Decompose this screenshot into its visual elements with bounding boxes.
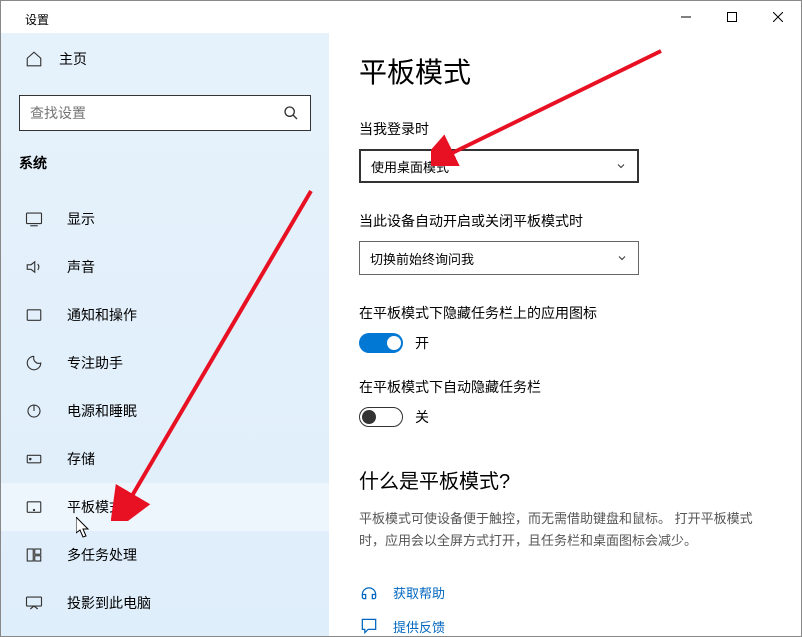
sidebar-item-label: 电源和睡眠 bbox=[67, 401, 137, 421]
sidebar-item-label: 投影到此电脑 bbox=[67, 593, 151, 613]
what-heading: 什么是平板模式? bbox=[359, 465, 771, 494]
power-icon bbox=[25, 402, 43, 420]
sidebar-item-label: 存储 bbox=[67, 449, 95, 469]
help-link[interactable]: 获取帮助 bbox=[393, 583, 445, 602]
sidebar: 主页 系统 显示 声音 通知和操作 bbox=[1, 33, 329, 636]
hide-icons-state: 开 bbox=[415, 333, 429, 353]
sidebar-item-power[interactable]: 电源和睡眠 bbox=[1, 387, 329, 435]
multitask-icon bbox=[25, 546, 43, 564]
sidebar-item-label: 声音 bbox=[67, 257, 95, 277]
maximize-button[interactable] bbox=[709, 1, 755, 33]
hide-taskbar-state: 关 bbox=[415, 407, 429, 427]
project-icon bbox=[25, 594, 43, 612]
title-bar: 设置 bbox=[1, 1, 801, 33]
page-title: 平板模式 bbox=[359, 51, 771, 91]
sound-icon bbox=[25, 258, 43, 276]
notifications-icon bbox=[25, 306, 43, 324]
close-button[interactable] bbox=[755, 1, 801, 33]
sidebar-item-label: 平板模式 bbox=[67, 497, 123, 517]
feedback-link[interactable]: 提供反馈 bbox=[393, 617, 445, 636]
window-title: 设置 bbox=[25, 11, 49, 28]
tablet-icon bbox=[25, 498, 43, 516]
search-box[interactable] bbox=[19, 95, 311, 131]
section-header: 系统 bbox=[1, 153, 329, 185]
sidebar-item-label: 专注助手 bbox=[67, 353, 123, 373]
chevron-down-icon bbox=[615, 160, 627, 172]
help-icon bbox=[359, 582, 379, 602]
home-icon bbox=[25, 50, 43, 68]
hide-icons-toggle[interactable] bbox=[359, 333, 403, 353]
sidebar-item-tablet[interactable]: 平板模式 bbox=[1, 483, 329, 531]
auto-select-value: 切换前始终询问我 bbox=[370, 249, 474, 268]
display-icon bbox=[25, 210, 43, 228]
search-input[interactable] bbox=[30, 105, 282, 121]
home-nav[interactable]: 主页 bbox=[1, 41, 329, 77]
window-controls bbox=[663, 1, 801, 33]
hide-taskbar-toggle[interactable] bbox=[359, 407, 403, 427]
sidebar-item-display[interactable]: 显示 bbox=[1, 195, 329, 243]
sidebar-item-label: 多任务处理 bbox=[67, 545, 137, 565]
sidebar-item-notifications[interactable]: 通知和操作 bbox=[1, 291, 329, 339]
sidebar-item-sound[interactable]: 声音 bbox=[1, 243, 329, 291]
storage-icon bbox=[25, 450, 43, 468]
hide-taskbar-label: 在平板模式下自动隐藏任务栏 bbox=[359, 377, 771, 397]
sidebar-item-label: 显示 bbox=[67, 209, 95, 229]
signin-label: 当我登录时 bbox=[359, 119, 771, 139]
auto-label: 当此设备自动开启或关闭平板模式时 bbox=[359, 211, 771, 231]
focus-icon bbox=[25, 354, 43, 372]
content-area: 平板模式 当我登录时 使用桌面模式 当此设备自动开启或关闭平板模式时 切换前始终… bbox=[329, 33, 801, 636]
sidebar-item-focus[interactable]: 专注助手 bbox=[1, 339, 329, 387]
what-body: 平板模式可使设备便于触控，而无需借助键盘和鼠标。 打开平板模式时，应用会以全屏方… bbox=[359, 508, 771, 552]
sidebar-item-project[interactable]: 投影到此电脑 bbox=[1, 579, 329, 627]
sidebar-item-storage[interactable]: 存储 bbox=[1, 435, 329, 483]
home-label: 主页 bbox=[59, 49, 87, 69]
auto-select[interactable]: 切换前始终询问我 bbox=[359, 241, 639, 275]
signin-select-value: 使用桌面模式 bbox=[371, 157, 449, 176]
sidebar-item-multitask[interactable]: 多任务处理 bbox=[1, 531, 329, 579]
sidebar-item-label: 通知和操作 bbox=[67, 305, 137, 325]
chevron-down-icon bbox=[616, 252, 628, 264]
signin-select[interactable]: 使用桌面模式 bbox=[359, 149, 639, 183]
hide-icons-label: 在平板模式下隐藏任务栏上的应用图标 bbox=[359, 303, 771, 323]
search-icon bbox=[282, 104, 300, 122]
feedback-icon bbox=[359, 616, 379, 636]
minimize-button[interactable] bbox=[663, 1, 709, 33]
